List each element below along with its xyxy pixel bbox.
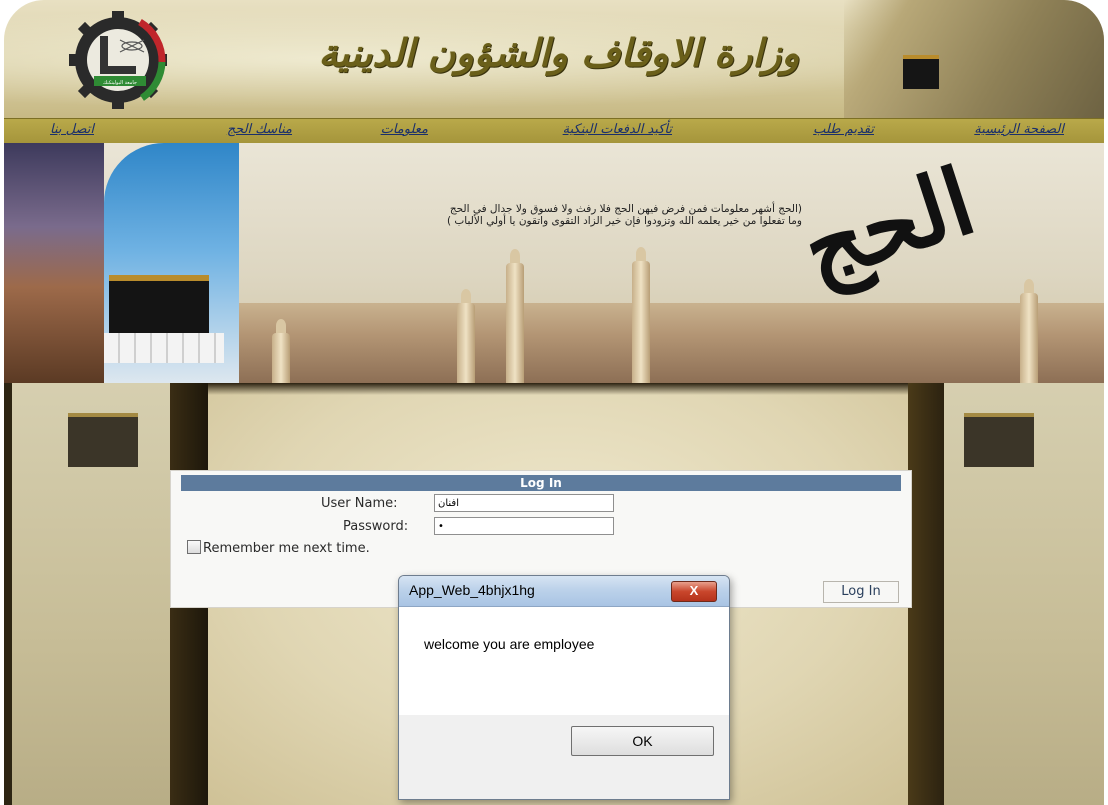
minaret (632, 247, 650, 383)
nav-home[interactable]: الصفحة الرئيسية (974, 122, 1064, 137)
dialog-titlebar: App_Web_4bhjx1hg X (399, 576, 729, 607)
hajj-calligraphy: الحج (789, 146, 987, 303)
message-dialog: App_Web_4bhjx1hg X welcome you are emplo… (398, 575, 730, 800)
nav-submit-request[interactable]: تقديم طلب (813, 122, 874, 137)
remember-label: Remember me next time. (203, 541, 370, 556)
close-icon: X (689, 583, 699, 598)
main-nav: الصفحة الرئيسية تقديم طلب تأكيد الدفعات … (4, 118, 1104, 144)
hajj-banner: (الحج أشهر معلومات فمن فرض فيهن الحج فلا… (4, 143, 1104, 383)
minaret (272, 319, 290, 383)
banner-left-photo (4, 143, 104, 383)
site-header: جامعة البوليتكنك وزارة الاوقاف والشؤون ا… (4, 0, 1104, 118)
nav-bank-confirm[interactable]: تأكيد الدفعات البنكية (563, 122, 672, 137)
login-button[interactable]: Log In (823, 581, 899, 603)
password-label: Password: (343, 519, 409, 534)
kaaba-icon (68, 413, 138, 467)
dialog-message: welcome you are employee (424, 636, 595, 652)
dialog-title: App_Web_4bhjx1hg (409, 582, 535, 598)
header-decor-image (844, 0, 1104, 118)
logo-caption: جامعة البوليتكنك (103, 80, 137, 86)
username-input[interactable] (434, 494, 614, 512)
nav-contact[interactable]: اتصل بنا (50, 122, 94, 137)
kaaba-image (903, 55, 939, 89)
kaaba-icon (964, 413, 1034, 467)
minaret (457, 289, 475, 383)
verse-line-2: وما تفعلوا من خير يعلمه الله وتزودوا فإن… (446, 215, 802, 227)
nav-info[interactable]: معلومات (381, 122, 428, 137)
right-decor-panel (944, 383, 1104, 805)
ok-button[interactable]: OK (571, 726, 714, 756)
right-dark-strip (908, 383, 946, 805)
password-input[interactable] (434, 517, 614, 535)
page: جامعة البوليتكنك وزارة الاوقاف والشؤون ا… (4, 0, 1104, 805)
top-shadow (208, 383, 908, 395)
tents-photo (104, 333, 224, 363)
username-label: User Name: (321, 496, 398, 511)
login-header: Log In (181, 475, 901, 491)
dialog-body (399, 607, 729, 715)
ministry-title: وزارة الاوقاف والشؤون الدينية (318, 30, 800, 75)
minaret (506, 249, 524, 383)
verse-line-1: (الحج أشهر معلومات فمن فرض فيهن الحج فلا… (449, 203, 802, 215)
close-button[interactable]: X (671, 581, 717, 602)
left-decor-panel (12, 383, 172, 805)
mosque-panorama (239, 303, 1104, 383)
quran-verse: (الحج أشهر معلومات فمن فرض فيهن الحج فلا… (242, 203, 802, 227)
minaret (1020, 279, 1038, 383)
nav-hajj-rites[interactable]: مناسك الحج (227, 122, 292, 137)
university-logo: جامعة البوليتكنك (69, 11, 167, 109)
remember-checkbox[interactable] (187, 540, 201, 554)
